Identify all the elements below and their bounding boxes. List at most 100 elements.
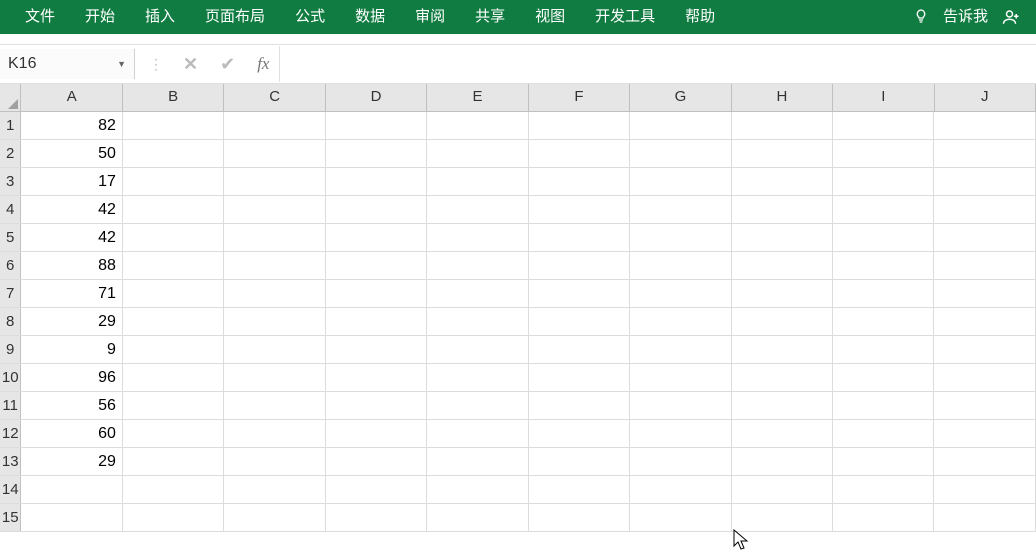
cell-G4[interactable] (630, 196, 731, 223)
row-header[interactable]: 1 (0, 112, 21, 139)
cell-D3[interactable] (326, 168, 427, 195)
cell-G7[interactable] (630, 280, 731, 307)
cell-B14[interactable] (123, 476, 224, 503)
row-header[interactable]: 7 (0, 280, 21, 307)
cell-I15[interactable] (833, 504, 934, 531)
cell-I13[interactable] (833, 448, 934, 475)
cell-E15[interactable] (427, 504, 528, 531)
row-header[interactable]: 13 (0, 448, 21, 475)
cell-J14[interactable] (934, 476, 1035, 503)
col-header-F[interactable]: F (529, 84, 630, 111)
cell-A15[interactable] (21, 504, 122, 531)
cell-J8[interactable] (934, 308, 1035, 335)
cell-H15[interactable] (732, 504, 833, 531)
cell-A1[interactable]: 82 (21, 112, 122, 139)
cell-J7[interactable] (934, 280, 1035, 307)
cell-J6[interactable] (934, 252, 1035, 279)
cell-C4[interactable] (224, 196, 325, 223)
cell-E5[interactable] (427, 224, 528, 251)
cell-D13[interactable] (326, 448, 427, 475)
cell-C12[interactable] (224, 420, 325, 447)
col-header-H[interactable]: H (732, 84, 833, 111)
cell-G2[interactable] (630, 140, 731, 167)
cell-A9[interactable]: 9 (21, 336, 122, 363)
cell-B8[interactable] (123, 308, 224, 335)
cell-H3[interactable] (732, 168, 833, 195)
cell-C13[interactable] (224, 448, 325, 475)
cell-F5[interactable] (529, 224, 630, 251)
select-all-corner[interactable] (0, 84, 21, 111)
row-header[interactable]: 4 (0, 196, 21, 223)
cell-G3[interactable] (630, 168, 731, 195)
cell-I7[interactable] (833, 280, 934, 307)
cell-D10[interactable] (326, 364, 427, 391)
cell-A2[interactable]: 50 (21, 140, 122, 167)
cell-A13[interactable]: 29 (21, 448, 122, 475)
cell-B12[interactable] (123, 420, 224, 447)
cell-A14[interactable] (21, 476, 122, 503)
cell-C15[interactable] (224, 504, 325, 531)
cell-H7[interactable] (732, 280, 833, 307)
cell-F8[interactable] (529, 308, 630, 335)
name-box[interactable]: K16 ▼ (0, 49, 135, 79)
cell-F15[interactable] (529, 504, 630, 531)
cell-G13[interactable] (630, 448, 731, 475)
cell-C10[interactable] (224, 364, 325, 391)
cell-B2[interactable] (123, 140, 224, 167)
row-header[interactable]: 6 (0, 252, 21, 279)
cell-C6[interactable] (224, 252, 325, 279)
cell-A6[interactable]: 88 (21, 252, 122, 279)
cell-D5[interactable] (326, 224, 427, 251)
cell-A12[interactable]: 60 (21, 420, 122, 447)
tab-file[interactable]: 文件 (10, 0, 70, 34)
cell-B7[interactable] (123, 280, 224, 307)
cell-G1[interactable] (630, 112, 731, 139)
col-header-B[interactable]: B (123, 84, 224, 111)
cell-D15[interactable] (326, 504, 427, 531)
row-header[interactable]: 10 (0, 364, 21, 391)
cell-D6[interactable] (326, 252, 427, 279)
col-header-D[interactable]: D (326, 84, 427, 111)
cell-J1[interactable] (934, 112, 1035, 139)
cell-C11[interactable] (224, 392, 325, 419)
cell-F11[interactable] (529, 392, 630, 419)
cell-J11[interactable] (934, 392, 1035, 419)
tab-formulas[interactable]: 公式 (280, 0, 340, 34)
cell-F4[interactable] (529, 196, 630, 223)
cell-F13[interactable] (529, 448, 630, 475)
cell-J12[interactable] (934, 420, 1035, 447)
cell-G9[interactable] (630, 336, 731, 363)
lightbulb-icon[interactable] (913, 8, 929, 27)
col-header-I[interactable]: I (833, 84, 934, 111)
cell-A4[interactable]: 42 (21, 196, 122, 223)
cell-D9[interactable] (326, 336, 427, 363)
cell-H4[interactable] (732, 196, 833, 223)
cell-B11[interactable] (123, 392, 224, 419)
cell-B15[interactable] (123, 504, 224, 531)
tab-view[interactable]: 视图 (520, 0, 580, 34)
tab-review[interactable]: 审阅 (400, 0, 460, 34)
cell-G8[interactable] (630, 308, 731, 335)
cell-E14[interactable] (427, 476, 528, 503)
cell-A8[interactable]: 29 (21, 308, 122, 335)
tab-pagelayout[interactable]: 页面布局 (190, 0, 280, 34)
col-header-C[interactable]: C (224, 84, 325, 111)
tab-home[interactable]: 开始 (70, 0, 130, 34)
confirm-icon[interactable]: ✔ (220, 54, 235, 75)
cell-H5[interactable] (732, 224, 833, 251)
cell-H13[interactable] (732, 448, 833, 475)
cell-B6[interactable] (123, 252, 224, 279)
cell-D1[interactable] (326, 112, 427, 139)
cell-B5[interactable] (123, 224, 224, 251)
cell-H8[interactable] (732, 308, 833, 335)
cell-A7[interactable]: 71 (21, 280, 122, 307)
cell-J15[interactable] (934, 504, 1035, 531)
cell-H11[interactable] (732, 392, 833, 419)
cell-E10[interactable] (427, 364, 528, 391)
cell-E7[interactable] (427, 280, 528, 307)
row-header[interactable]: 11 (0, 392, 21, 419)
cell-H10[interactable] (732, 364, 833, 391)
cell-A11[interactable]: 56 (21, 392, 122, 419)
row-header[interactable]: 8 (0, 308, 21, 335)
cell-B4[interactable] (123, 196, 224, 223)
